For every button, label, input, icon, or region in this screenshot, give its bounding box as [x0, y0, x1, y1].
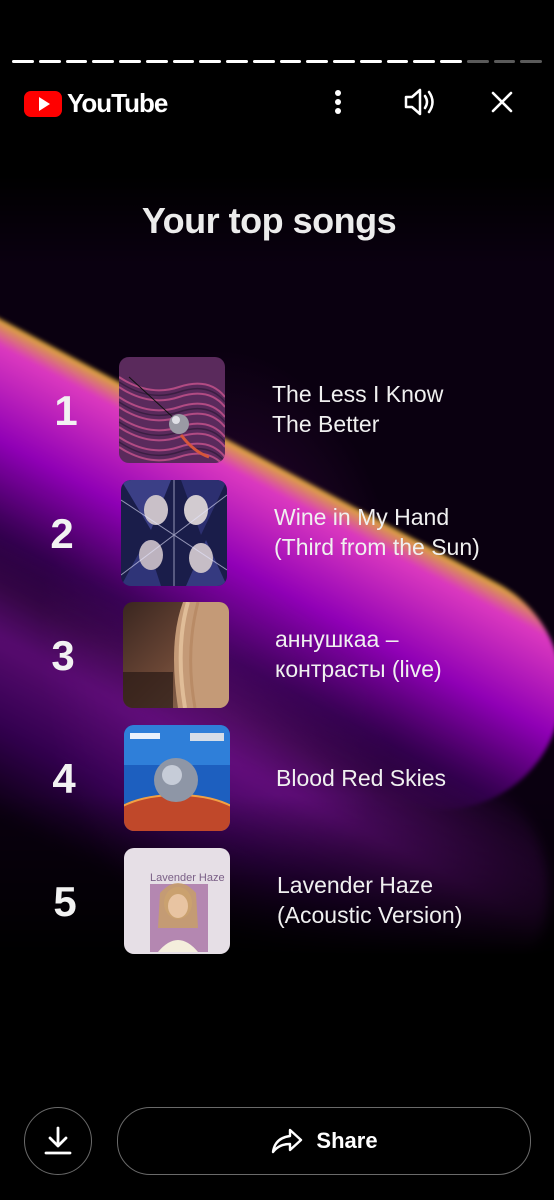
song-rank: 1 — [54, 387, 78, 434]
song-title: Blood Red Skies — [276, 765, 447, 791]
brand-name: YouTube — [67, 88, 168, 118]
progress-segment — [279, 60, 302, 63]
progress-segment — [386, 60, 409, 63]
more-vert-icon — [335, 90, 341, 114]
progress-segment — [172, 60, 195, 63]
progress-segment — [466, 60, 489, 63]
progress-segment — [226, 60, 248, 63]
album-art — [119, 357, 225, 463]
youtube-logo[interactable]: YouTube — [24, 88, 168, 119]
download-button[interactable] — [24, 1107, 92, 1175]
album-art — [124, 725, 230, 831]
progress-segment — [119, 60, 141, 63]
volume-icon — [404, 88, 434, 116]
progress-segment — [145, 60, 168, 63]
close-icon — [491, 91, 513, 113]
progress-segment — [359, 60, 382, 63]
progress-segment — [38, 60, 61, 63]
song-rank: 3 — [51, 632, 75, 679]
progress-segment — [493, 60, 516, 63]
share-label: Share — [316, 1128, 378, 1153]
progress-segment — [413, 60, 435, 63]
progress-segment — [199, 60, 221, 63]
progress-segment — [12, 60, 34, 63]
song-title: аннушкаа – контрасты (live) — [275, 626, 442, 682]
progress-segment — [306, 60, 328, 63]
song-row[interactable]: 4 Blood Red Skies — [0, 725, 554, 833]
song-row[interactable]: 3 аннушкаа – контрасты (live) — [0, 602, 554, 710]
song-title: Wine in My Hand (Third from the Sun) — [274, 504, 480, 560]
song-title: The Less I Know The Better — [272, 381, 444, 437]
song-rank: 4 — [52, 755, 76, 802]
share-arrow-icon — [272, 1128, 303, 1154]
album-art-text: Lavender Haze — [150, 872, 225, 884]
song-row[interactable]: 1 The Less I Know The Better — [0, 357, 554, 465]
close-button[interactable] — [482, 84, 522, 120]
header-bar: YouTube — [0, 84, 554, 124]
progress-segment — [333, 60, 355, 63]
song-rank: 2 — [50, 510, 74, 557]
progress-segment — [252, 60, 275, 63]
progress-segment — [520, 60, 542, 63]
song-row[interactable]: 2 Wine in My Hand (Third from the Sun) — [0, 480, 554, 588]
album-art — [123, 602, 229, 708]
page-title: Your top songs — [141, 200, 397, 241]
more-options-button[interactable] — [318, 84, 358, 120]
song-rank: 5 — [53, 878, 77, 925]
progress-segment — [440, 60, 462, 63]
bottom-action-bar: Share — [0, 1105, 554, 1177]
progress-segment — [65, 60, 88, 63]
progress-segment — [92, 60, 114, 63]
song-row[interactable]: 5 Lavender Haze Lavender Haze (Acoustic … — [0, 848, 554, 956]
song-title: Lavender Haze (Acoustic Version) — [277, 872, 463, 928]
download-icon — [44, 1126, 72, 1155]
album-art: Lavender Haze — [124, 848, 230, 954]
sound-toggle-button[interactable] — [400, 84, 440, 120]
album-art — [121, 480, 227, 586]
youtube-play-icon — [24, 90, 62, 117]
story-progress-bar — [12, 60, 542, 64]
share-button[interactable]: Share — [117, 1107, 531, 1175]
